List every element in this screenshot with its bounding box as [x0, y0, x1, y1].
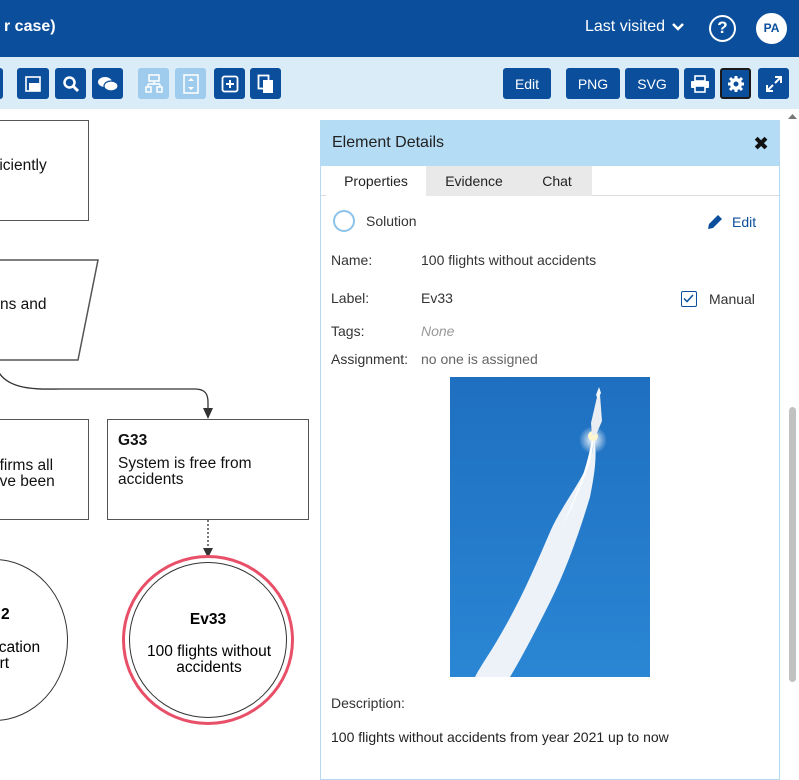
connector-arrow: [0, 372, 213, 419]
help-icon[interactable]: ?: [709, 15, 736, 42]
node-id: Ev33: [189, 611, 227, 628]
window-icon[interactable]: [17, 68, 49, 99]
assignment-label: Assignment:: [331, 351, 409, 367]
scroll-thumb[interactable]: [789, 407, 796, 682]
rocket-launch-image: [450, 377, 650, 677]
connector-arrow-dashed: [203, 520, 213, 558]
scroll-up-icon[interactable]: [788, 113, 797, 120]
element-type: Solution: [366, 213, 417, 229]
fullscreen-icon[interactable]: [758, 68, 789, 99]
chevron-down-icon: [672, 23, 684, 31]
svg-button[interactable]: SVG: [625, 68, 679, 99]
tags-value: None: [421, 323, 455, 339]
page-title: r case): [4, 18, 56, 35]
expand-vertical-icon[interactable]: [175, 68, 206, 99]
edit-element-button[interactable]: Edit: [706, 213, 756, 231]
node-text: System is free from accidents: [118, 455, 252, 488]
node-text: fficiently: [0, 157, 47, 174]
add-box-icon[interactable]: [214, 68, 245, 99]
toolbar: Edit PNG SVG: [0, 57, 799, 109]
tab-evidence[interactable]: Evidence: [426, 166, 522, 196]
goal-node-left-partial[interactable]: nfirms all ave been: [0, 419, 89, 520]
app-header: r case) Last visited ? PA: [0, 0, 799, 57]
node-id: 2: [1, 606, 10, 623]
copy-icon[interactable]: [250, 68, 281, 99]
label-value: Ev33: [421, 290, 453, 306]
name-label: Name:: [331, 252, 373, 268]
manual-checkbox[interactable]: [681, 291, 697, 307]
print-icon[interactable]: [684, 68, 715, 99]
tree-layout-icon[interactable]: [138, 68, 169, 99]
tab-chat[interactable]: Chat: [522, 166, 592, 196]
solution-node-ev33[interactable]: Ev33 100 flights without accidents: [129, 562, 287, 718]
manual-label: Manual: [709, 291, 755, 307]
solution-node-partial[interactable]: 2 fication ort: [0, 559, 68, 721]
node-id: G33: [118, 432, 148, 449]
solution-circle-icon: [333, 210, 355, 232]
edit-label: Edit: [732, 214, 757, 230]
panel-header: Element Details ✖: [321, 121, 779, 166]
avatar[interactable]: PA: [756, 13, 787, 44]
last-visited-label: Last visited: [585, 18, 666, 35]
panel-scrollbar[interactable]: [785, 109, 799, 766]
description-value: 100 flights without accidents from year …: [331, 729, 669, 745]
solution-node-ev33-selected[interactable]: Ev33 100 flights without accidents: [122, 555, 294, 725]
check-icon: [683, 294, 694, 303]
assignment-value: no one is assigned: [421, 351, 538, 367]
node-text: nfirms all ave been: [0, 457, 55, 490]
strategy-node-text: ns and: [0, 296, 47, 313]
node-text: fication ort: [0, 639, 41, 672]
panel-title: Element Details: [332, 134, 445, 151]
name-value: 100 flights without accidents: [421, 252, 597, 268]
toolbar-partial-button[interactable]: [0, 68, 3, 99]
diagram-canvas[interactable]: fficiently ns and nfirms all ave been G3…: [0, 109, 320, 766]
png-button[interactable]: PNG: [566, 68, 620, 99]
tab-properties[interactable]: Properties: [326, 166, 426, 196]
node-text: 100 flights without accidents: [146, 643, 272, 676]
panel-tabs: Properties Evidence Chat: [321, 166, 779, 196]
gear-icon[interactable]: [720, 68, 751, 99]
goal-node-partial[interactable]: fficiently: [0, 120, 89, 221]
close-icon[interactable]: ✖: [753, 133, 769, 156]
comments-icon[interactable]: [92, 68, 123, 99]
label-label: Label:: [331, 290, 370, 306]
last-visited-dropdown[interactable]: Last visited: [585, 18, 685, 36]
pencil-icon: [708, 215, 722, 229]
goal-node-g33[interactable]: G33 System is free from accidents: [107, 419, 309, 520]
tags-label: Tags:: [331, 323, 365, 339]
element-details-panel: Element Details ✖ Properties Evidence Ch…: [320, 120, 780, 780]
description-label: Description:: [331, 695, 405, 711]
search-icon[interactable]: [55, 68, 86, 99]
edit-button[interactable]: Edit: [503, 68, 551, 99]
